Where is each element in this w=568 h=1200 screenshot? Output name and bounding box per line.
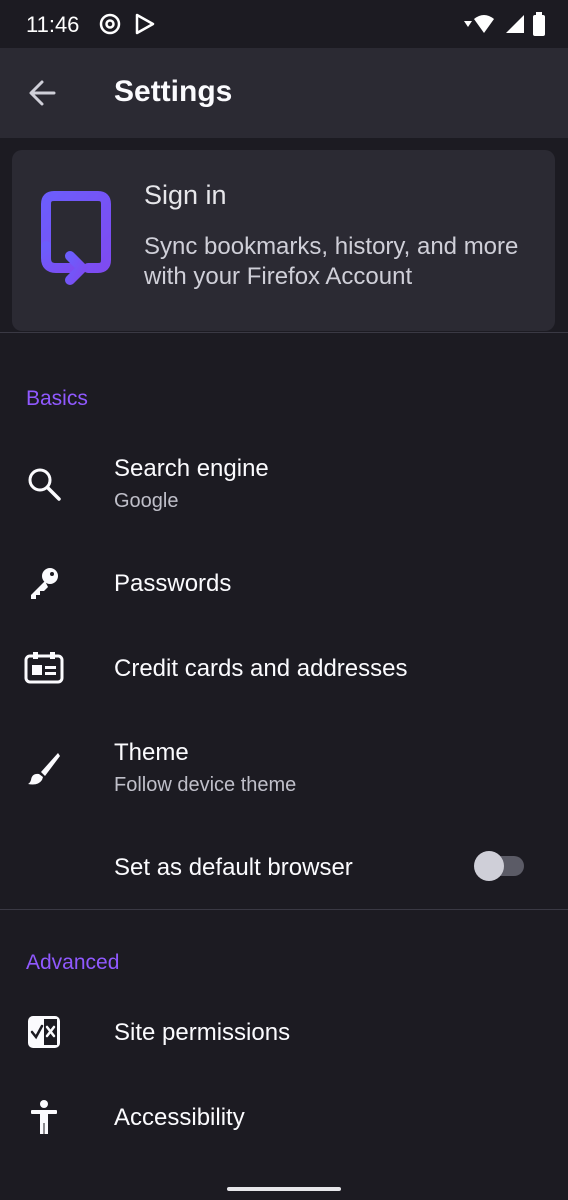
home-indicator[interactable] (227, 1187, 341, 1191)
play-store-icon (134, 12, 156, 41)
back-arrow-icon (29, 80, 56, 106)
sign-in-title: Sign in (144, 180, 227, 210)
credit-cards-label: Credit cards and addresses (114, 655, 408, 682)
sign-in-description: Sync bookmarks, history, and more with y… (144, 233, 519, 290)
status-notification-icons (98, 12, 156, 41)
credit-cards-item[interactable]: Credit cards and addresses (0, 630, 568, 706)
divider (0, 909, 568, 910)
search-engine-label: Search engine (114, 455, 269, 482)
passwords-item[interactable]: Passwords (0, 545, 568, 621)
accessibility-icon (24, 1097, 64, 1137)
status-time: 11:46 (26, 12, 80, 37)
firefox-account-icon (36, 190, 128, 290)
paintbrush-icon (24, 748, 64, 788)
at-sign-icon (98, 12, 122, 41)
accessibility-item[interactable]: Accessibility (0, 1079, 568, 1155)
theme-label: Theme (114, 739, 189, 766)
search-icon (24, 464, 64, 504)
page-title: Settings (114, 75, 233, 108)
search-engine-value: Google (114, 490, 179, 512)
wifi-icon (462, 13, 498, 40)
search-engine-item[interactable]: Search engine Google (0, 438, 568, 538)
section-header-advanced: Advanced (26, 951, 120, 974)
sign-in-card[interactable]: Sign in Sync bookmarks, history, and mor… (12, 150, 555, 331)
theme-item[interactable]: Theme Follow device theme (0, 722, 568, 822)
passwords-label: Passwords (114, 570, 232, 597)
key-icon (24, 563, 64, 603)
default-browser-label: Set as default browser (114, 854, 353, 881)
accessibility-label: Accessibility (114, 1104, 245, 1131)
section-header-basics: Basics (26, 387, 88, 410)
site-permissions-icon (24, 1012, 64, 1052)
status-system-icons (462, 12, 546, 41)
default-browser-toggle[interactable] (472, 849, 528, 883)
default-browser-item[interactable]: Set as default browser (0, 830, 568, 904)
divider (0, 332, 568, 333)
theme-value: Follow device theme (114, 774, 297, 796)
credit-card-icon (24, 647, 64, 687)
back-button[interactable] (24, 73, 64, 113)
status-bar: 11:46 (0, 0, 568, 48)
site-permissions-label: Site permissions (114, 1019, 291, 1046)
toggle-knob (474, 851, 504, 881)
app-bar: Settings (0, 48, 568, 138)
site-permissions-item[interactable]: Site permissions (0, 994, 568, 1070)
cell-signal-icon (504, 13, 526, 40)
battery-icon (532, 12, 546, 41)
